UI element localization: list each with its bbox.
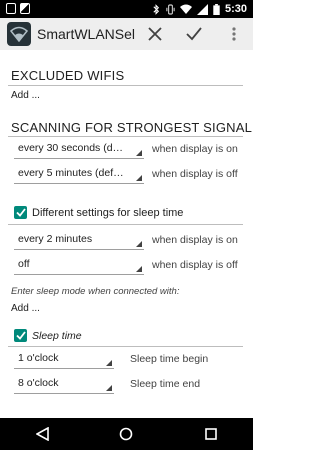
- checkmark-icon: [15, 331, 26, 340]
- checkmark-icon: [15, 208, 26, 217]
- recents-icon: [205, 428, 217, 440]
- sleep-settings-label: Different settings for sleep time: [32, 206, 184, 219]
- dropdown-icon: [136, 266, 142, 272]
- app-title: SmartWLANSel…: [37, 26, 135, 42]
- dropdown-icon: [136, 175, 142, 181]
- add-sleep-mode-wifi-link[interactable]: Add ...: [11, 303, 40, 314]
- overflow-menu-icon: [232, 27, 236, 41]
- spinner-value: every 5 minutes (def…: [18, 167, 124, 179]
- spinner-value: every 2 minutes: [18, 233, 93, 245]
- sleep-time-end-label: Sleep time end: [130, 378, 201, 390]
- display-on-label: when display is on: [152, 234, 238, 246]
- sleep-settings-checkbox-row[interactable]: Different settings for sleep time: [14, 206, 183, 219]
- divider: [8, 346, 243, 347]
- navigation-bar: [0, 418, 253, 450]
- vibrate-icon: [166, 4, 175, 14]
- download-icon: [6, 3, 16, 14]
- dropdown-icon: [136, 241, 142, 247]
- back-icon: [35, 427, 49, 441]
- image-notification-icon: [20, 3, 30, 14]
- action-bar: SmartWLANSel…: [0, 18, 253, 50]
- settings-content: EXCLUDED WIFIS Add ... SCANNING FOR STRO…: [0, 50, 253, 418]
- home-icon: [120, 427, 133, 441]
- spinner-value: 8 o'clock: [18, 377, 59, 389]
- sleep-settings-checkbox[interactable]: [14, 206, 27, 219]
- status-bar: 5:30: [0, 0, 253, 18]
- spinner-value: 1 o'clock: [18, 352, 59, 364]
- bluetooth-icon: [153, 3, 160, 15]
- add-excluded-wifi-link[interactable]: Add ...: [11, 90, 40, 101]
- spinner-value: every 30 seconds (d…: [18, 142, 124, 154]
- sleep-mode-hint: Enter sleep mode when connected with:: [11, 286, 180, 297]
- sleep-time-checkbox-row[interactable]: Sleep time: [14, 329, 82, 342]
- sleep-scan-display-off-spinner[interactable]: off: [14, 255, 144, 275]
- notification-icons: [6, 3, 30, 14]
- scanning-header: SCANNING FOR STRONGEST SIGNAL: [11, 120, 253, 135]
- dropdown-icon: [136, 150, 142, 156]
- confirm-button[interactable]: [184, 24, 204, 44]
- sleep-time-label: Sleep time: [32, 329, 82, 342]
- status-time: 5:30: [224, 3, 247, 15]
- display-off-label: when display is off: [152, 168, 238, 180]
- divider: [8, 224, 243, 225]
- recents-button[interactable]: [196, 419, 226, 449]
- close-icon: [148, 27, 162, 41]
- dropdown-icon: [106, 385, 112, 391]
- sleep-time-begin-spinner[interactable]: 1 o'clock: [14, 349, 114, 369]
- display-on-label: when display is on: [152, 143, 238, 155]
- divider: [8, 85, 243, 86]
- overflow-menu-button[interactable]: [224, 24, 244, 44]
- sleep-time-begin-label: Sleep time begin: [130, 353, 209, 365]
- check-icon: [186, 27, 202, 41]
- sleep-scan-display-on-spinner[interactable]: every 2 minutes: [14, 230, 144, 250]
- back-button[interactable]: [27, 419, 57, 449]
- battery-icon: [213, 3, 220, 15]
- dropdown-icon: [106, 360, 112, 366]
- home-button[interactable]: [111, 419, 141, 449]
- app-logo-icon: [7, 22, 31, 46]
- wifi-icon: [179, 4, 192, 14]
- scan-interval-display-off-spinner[interactable]: every 5 minutes (def…: [14, 164, 144, 184]
- display-off-label: when display is off: [152, 259, 238, 271]
- divider: [8, 136, 243, 137]
- excluded-wifis-header: EXCLUDED WIFIS: [11, 68, 125, 83]
- close-button[interactable]: [145, 24, 165, 44]
- signal-icon: [196, 3, 208, 15]
- sleep-time-end-spinner[interactable]: 8 o'clock: [14, 374, 114, 394]
- scan-interval-display-on-spinner[interactable]: every 30 seconds (d…: [14, 139, 144, 159]
- spinner-value: off: [18, 258, 30, 270]
- sleep-time-checkbox[interactable]: [14, 329, 27, 342]
